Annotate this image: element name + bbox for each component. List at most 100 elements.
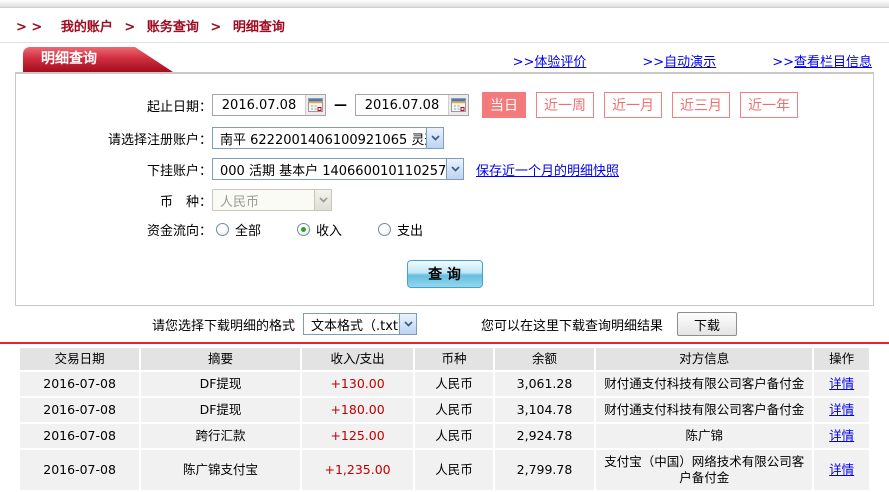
breadcrumb: > > 我的账户 > 账务查询 > 明细查询 bbox=[0, 8, 889, 43]
cell-amount: +125.00 bbox=[301, 424, 414, 448]
cell-transaction-date: 2016-07-08 bbox=[20, 450, 140, 490]
cell-currency: 人民币 bbox=[415, 372, 493, 396]
date-to-input[interactable]: 2016.07.08 bbox=[355, 94, 469, 116]
sub-account-row: 下挂账户： 000 活期 基本户 1406600101102571848 保存近… bbox=[16, 158, 873, 180]
query-form-panel: 起止日期： 2016.07.08 — 2016.07.08 当日 近一周 近一月… bbox=[15, 74, 874, 306]
breadcrumb-separator: > bbox=[210, 20, 222, 35]
header-summary: 摘要 bbox=[141, 348, 300, 370]
cell-amount: +180.00 bbox=[301, 398, 414, 422]
fund-flow-row: 资金流向： 全部 收入 支出 bbox=[16, 220, 873, 239]
detail-link[interactable]: 详情 bbox=[829, 462, 854, 477]
cell-transaction-date: 2016-07-08 bbox=[20, 372, 140, 396]
breadcrumb-prefix: > > bbox=[16, 20, 43, 35]
cell-summary: 陈广锦支付宝 bbox=[141, 450, 300, 490]
download-hint: 您可以在这里下载查询明细结果 bbox=[481, 318, 664, 334]
link-auto-demo[interactable]: >>自动演示 bbox=[642, 51, 716, 70]
tab-bar: 明细查询 >>体验评价 >>自动演示 >>查看栏目信息 bbox=[15, 47, 874, 74]
save-snapshot-link[interactable]: 保存近一个月的明细快照 bbox=[476, 160, 619, 179]
cell-action: 详情 bbox=[814, 424, 869, 448]
download-bar: 请您选择下载明细的格式 文本格式（.txt） 您可以在这里下载查询明细结果 下载 bbox=[0, 306, 889, 342]
download-format-select[interactable]: 文本格式（.txt） bbox=[303, 313, 417, 335]
detail-link[interactable]: 详情 bbox=[829, 428, 854, 443]
table-row: 2016-07-08 DF提现 +130.00 人民币 3,061.28 财付通… bbox=[20, 372, 869, 396]
register-account-label: 请选择注册账户： bbox=[107, 132, 212, 148]
calendar-icon[interactable] bbox=[448, 95, 468, 115]
currency-label: 币 种： bbox=[159, 194, 212, 210]
detail-link[interactable]: 详情 bbox=[829, 376, 854, 391]
query-button[interactable]: 查 询 bbox=[406, 260, 483, 288]
currency-select: 人民币 bbox=[212, 189, 332, 211]
currency-row: 币 种： 人民币 bbox=[16, 189, 873, 211]
header-amount: 收入/支出 bbox=[301, 348, 414, 370]
cell-transaction-date: 2016-07-08 bbox=[20, 398, 140, 422]
currency-value: 人民币 bbox=[220, 194, 260, 210]
sub-account-value: 000 活期 基本户 1406600101102571848 bbox=[220, 163, 446, 179]
chevron-down-icon bbox=[314, 190, 331, 210]
quick-range-today-button[interactable]: 当日 bbox=[482, 92, 526, 118]
cell-currency: 人民币 bbox=[415, 450, 493, 490]
radio-unchecked-icon bbox=[378, 223, 392, 236]
date-to-value: 2016.07.08 bbox=[364, 97, 440, 113]
header-date: 交易日期 bbox=[20, 348, 140, 370]
chevron-down-icon bbox=[426, 128, 443, 148]
date-from-input[interactable]: 2016.07.08 bbox=[212, 94, 326, 116]
chevron-down-icon bbox=[399, 314, 416, 334]
sub-account-label: 下挂账户： bbox=[146, 163, 212, 179]
download-format-label: 请您选择下载明细的格式 bbox=[151, 318, 295, 334]
cell-counterparty: 财付通支付科技有限公司客户备付金 bbox=[596, 372, 813, 396]
cell-counterparty: 财付通支付科技有限公司客户备付金 bbox=[596, 398, 813, 422]
date-range-label: 起止日期： bbox=[146, 99, 212, 115]
table-row: 2016-07-08 跨行汇款 +125.00 人民币 2,924.78 陈广锦… bbox=[20, 424, 869, 448]
calendar-icon[interactable] bbox=[305, 95, 325, 115]
cell-counterparty: 陈广锦 bbox=[596, 424, 813, 448]
header-action: 操作 bbox=[814, 348, 869, 370]
fund-flow-label: 资金流向： bbox=[146, 224, 212, 239]
breadcrumb-item-my-account[interactable]: 我的账户 bbox=[61, 20, 113, 35]
flow-option-expense[interactable]: 支出 bbox=[378, 220, 423, 239]
sub-account-select[interactable]: 000 活期 基本户 1406600101102571848 bbox=[212, 158, 464, 180]
flow-option-income[interactable]: 收入 bbox=[297, 220, 342, 239]
chevron-down-icon bbox=[446, 159, 463, 179]
table-header-row: 交易日期 摘要 收入/支出 币种 余额 对方信息 操作 bbox=[20, 348, 869, 370]
quick-range-quarter-button[interactable]: 近三月 bbox=[672, 92, 730, 118]
cell-summary: 跨行汇款 bbox=[141, 424, 300, 448]
header-balance: 余额 bbox=[494, 348, 595, 370]
window-top-strip bbox=[0, 0, 889, 8]
radio-checked-icon bbox=[297, 223, 311, 236]
cell-amount: +1,235.00 bbox=[301, 450, 414, 490]
cell-counterparty: 支付宝（中国）网络技术有限公司客户备付金 bbox=[596, 450, 813, 490]
cell-balance: 3,061.28 bbox=[494, 372, 595, 396]
date-separator: — bbox=[334, 97, 347, 113]
cell-balance: 3,104.78 bbox=[494, 398, 595, 422]
cell-action: 详情 bbox=[814, 372, 869, 396]
breadcrumb-separator: > bbox=[124, 20, 136, 35]
results-table: 交易日期 摘要 收入/支出 币种 余额 对方信息 操作 2016-07-08 D… bbox=[18, 346, 871, 492]
register-account-select[interactable]: 南平 6222001406100921065 灵通卡 bbox=[212, 127, 444, 149]
cell-currency: 人民币 bbox=[415, 398, 493, 422]
download-button[interactable]: 下载 bbox=[677, 312, 738, 336]
detail-link[interactable]: 详情 bbox=[829, 402, 854, 417]
header-currency: 币种 bbox=[415, 348, 493, 370]
quick-range-week-button[interactable]: 近一周 bbox=[536, 92, 594, 118]
cell-summary: DF提现 bbox=[141, 398, 300, 422]
radio-unchecked-icon bbox=[216, 223, 229, 236]
quick-range-year-button[interactable]: 近一年 bbox=[740, 92, 798, 118]
breadcrumb-item-detail-query[interactable]: 明细查询 bbox=[233, 20, 285, 35]
header-counterparty: 对方信息 bbox=[596, 348, 813, 370]
quick-range-month-button[interactable]: 近一月 bbox=[604, 92, 662, 118]
link-experience-rating[interactable]: >>体验评价 bbox=[513, 51, 587, 70]
date-range-row: 起止日期： 2016.07.08 — 2016.07.08 当日 近一周 近一月… bbox=[16, 92, 873, 118]
cell-balance: 2,924.78 bbox=[494, 424, 595, 448]
cell-amount: +130.00 bbox=[301, 372, 414, 396]
tab-detail-query[interactable]: 明细查询 bbox=[23, 47, 173, 72]
table-row: 2016-07-08 DF提现 +180.00 人民币 3,104.78 财付通… bbox=[20, 398, 869, 422]
breadcrumb-item-account-query[interactable]: 账务查询 bbox=[147, 20, 199, 35]
link-view-column-info[interactable]: >>查看栏目信息 bbox=[772, 51, 872, 70]
cell-action: 详情 bbox=[814, 398, 869, 422]
register-account-row: 请选择注册账户： 南平 6222001406100921065 灵通卡 bbox=[16, 127, 873, 149]
date-from-value: 2016.07.08 bbox=[221, 97, 297, 113]
red-divider bbox=[0, 342, 889, 344]
cell-action: 详情 bbox=[814, 450, 869, 490]
cell-transaction-date: 2016-07-08 bbox=[20, 424, 140, 448]
flow-option-all[interactable]: 全部 bbox=[216, 220, 261, 239]
